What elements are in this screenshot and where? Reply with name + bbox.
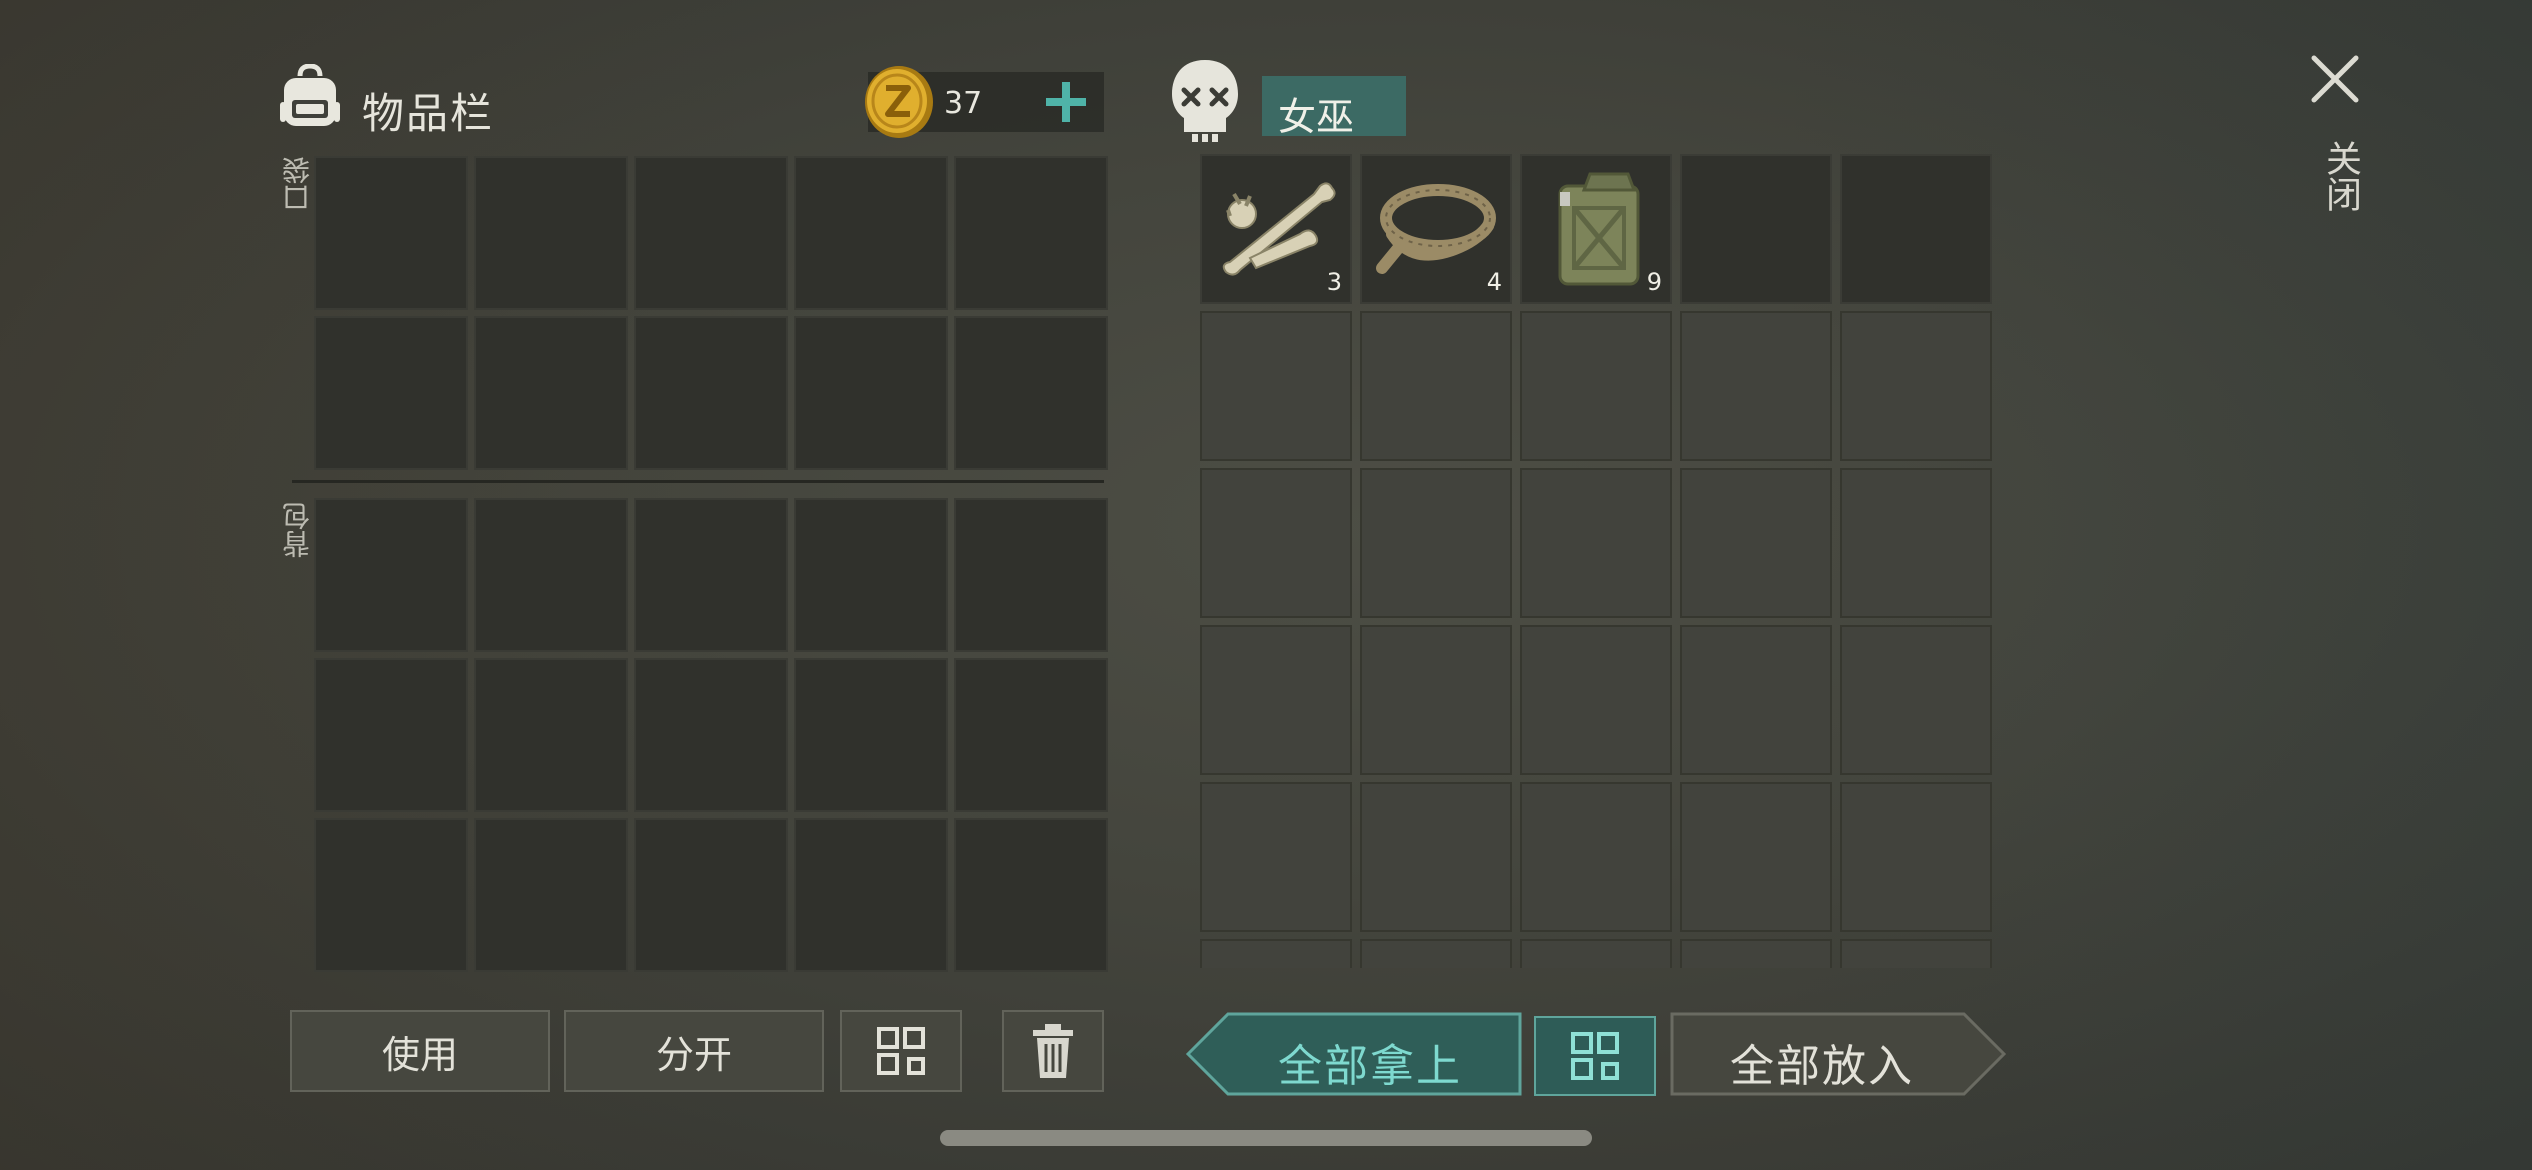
item-count: 4	[1486, 268, 1502, 296]
inventory-slot[interactable]	[634, 316, 788, 470]
inventory-slot[interactable]	[794, 156, 948, 310]
item-count: 3	[1326, 268, 1342, 296]
put-all-label: 全部放入	[1730, 1041, 1914, 1092]
loot-slot[interactable]	[1520, 468, 1672, 618]
loot-slot[interactable]	[1840, 154, 1992, 304]
loot-slot[interactable]	[1840, 468, 1992, 618]
pocket-label: 口袋	[281, 156, 314, 212]
sort-grid-icon	[1571, 1032, 1619, 1080]
loot-slot[interactable]	[1840, 625, 1992, 775]
loot-slot[interactable]	[1840, 939, 1992, 968]
inventory-slot[interactable]	[794, 498, 948, 652]
loot-slot[interactable]: 9	[1520, 154, 1672, 304]
loot-slot[interactable]	[1200, 311, 1352, 461]
loot-slot[interactable]	[1200, 939, 1352, 968]
trash-icon	[1033, 1024, 1073, 1078]
inventory-slot[interactable]	[794, 818, 948, 972]
backpack-label: 背包	[281, 502, 314, 558]
item-count: 9	[1646, 268, 1662, 296]
inventory-slot[interactable]	[474, 156, 628, 310]
loot-slot[interactable]: 4	[1360, 154, 1512, 304]
backpack-grid	[314, 498, 1108, 972]
inventory-slot[interactable]	[634, 818, 788, 972]
loot-slot[interactable]	[1360, 625, 1512, 775]
loot-slot[interactable]	[1680, 625, 1832, 775]
inventory-slot[interactable]	[634, 498, 788, 652]
inventory-slot[interactable]	[634, 156, 788, 310]
close-icon	[2311, 55, 2359, 103]
loot-slot[interactable]	[1200, 468, 1352, 618]
inventory-slot[interactable]	[314, 316, 468, 470]
use-button[interactable]: 使用	[290, 1010, 550, 1092]
sort-loot-button[interactable]	[1534, 1016, 1656, 1096]
loot-slot[interactable]	[1520, 782, 1672, 932]
inventory-slot[interactable]	[794, 316, 948, 470]
split-button[interactable]: 分开	[564, 1010, 824, 1092]
loot-slot[interactable]	[1200, 625, 1352, 775]
loot-slot[interactable]	[1200, 782, 1352, 932]
skull-icon	[1172, 60, 1238, 142]
inventory-slot[interactable]	[314, 658, 468, 812]
inventory-slot[interactable]	[954, 498, 1108, 652]
inventory-slot[interactable]	[954, 316, 1108, 470]
loot-slot[interactable]	[1360, 468, 1512, 618]
inventory-slot[interactable]	[634, 658, 788, 812]
loot-grid: 3 4 9	[1200, 154, 1992, 968]
jerry-can-icon	[1558, 172, 1640, 286]
inventory-slot[interactable]	[474, 498, 628, 652]
section-divider	[292, 480, 1104, 483]
add-coins-button[interactable]	[1038, 74, 1094, 130]
loot-slot[interactable]	[1520, 939, 1672, 968]
inventory-slot[interactable]	[474, 818, 628, 972]
discard-button[interactable]	[1002, 1010, 1104, 1092]
close-label: 关闭	[2320, 140, 2361, 212]
inventory-slot[interactable]	[474, 658, 628, 812]
sort-grid-icon	[877, 1027, 925, 1075]
home-indicator[interactable]	[940, 1130, 1592, 1146]
loot-panel[interactable]: 3 4 9	[1200, 154, 1992, 968]
loot-slot[interactable]	[1680, 311, 1832, 461]
inventory-slot[interactable]	[954, 156, 1108, 310]
rope-icon	[1376, 184, 1496, 274]
loot-slot[interactable]	[1360, 782, 1512, 932]
coin-icon	[865, 66, 933, 138]
loot-slot[interactable]	[1840, 311, 1992, 461]
inventory-slot[interactable]	[314, 818, 468, 972]
inventory-slot[interactable]	[794, 658, 948, 812]
take-all-label: 全部拿上	[1278, 1041, 1462, 1092]
inventory-title: 物品栏	[362, 89, 495, 138]
sort-inventory-button[interactable]	[840, 1010, 962, 1092]
backpack-icon	[280, 64, 340, 126]
loot-slot[interactable]	[1840, 782, 1992, 932]
inventory-slot[interactable]	[954, 658, 1108, 812]
container-name: 女巫	[1278, 95, 1355, 139]
loot-slot[interactable]	[1680, 939, 1832, 968]
loot-slot[interactable]: 3	[1200, 154, 1352, 304]
coin-count: 37	[944, 86, 983, 121]
inventory-slot[interactable]	[314, 156, 468, 310]
inventory-slot[interactable]	[474, 316, 628, 470]
close-button[interactable]: 关闭	[2300, 48, 2370, 238]
loot-slot[interactable]	[1360, 939, 1512, 968]
loot-slot[interactable]	[1680, 468, 1832, 618]
inventory-slot[interactable]	[954, 818, 1108, 972]
inventory-slot[interactable]	[314, 498, 468, 652]
pocket-grid	[314, 156, 1108, 470]
loot-slot[interactable]	[1520, 311, 1672, 461]
loot-slot[interactable]	[1680, 782, 1832, 932]
loot-slot[interactable]	[1520, 625, 1672, 775]
loot-slot[interactable]	[1680, 154, 1832, 304]
loot-slot[interactable]	[1360, 311, 1512, 461]
bones-icon	[1222, 182, 1336, 276]
